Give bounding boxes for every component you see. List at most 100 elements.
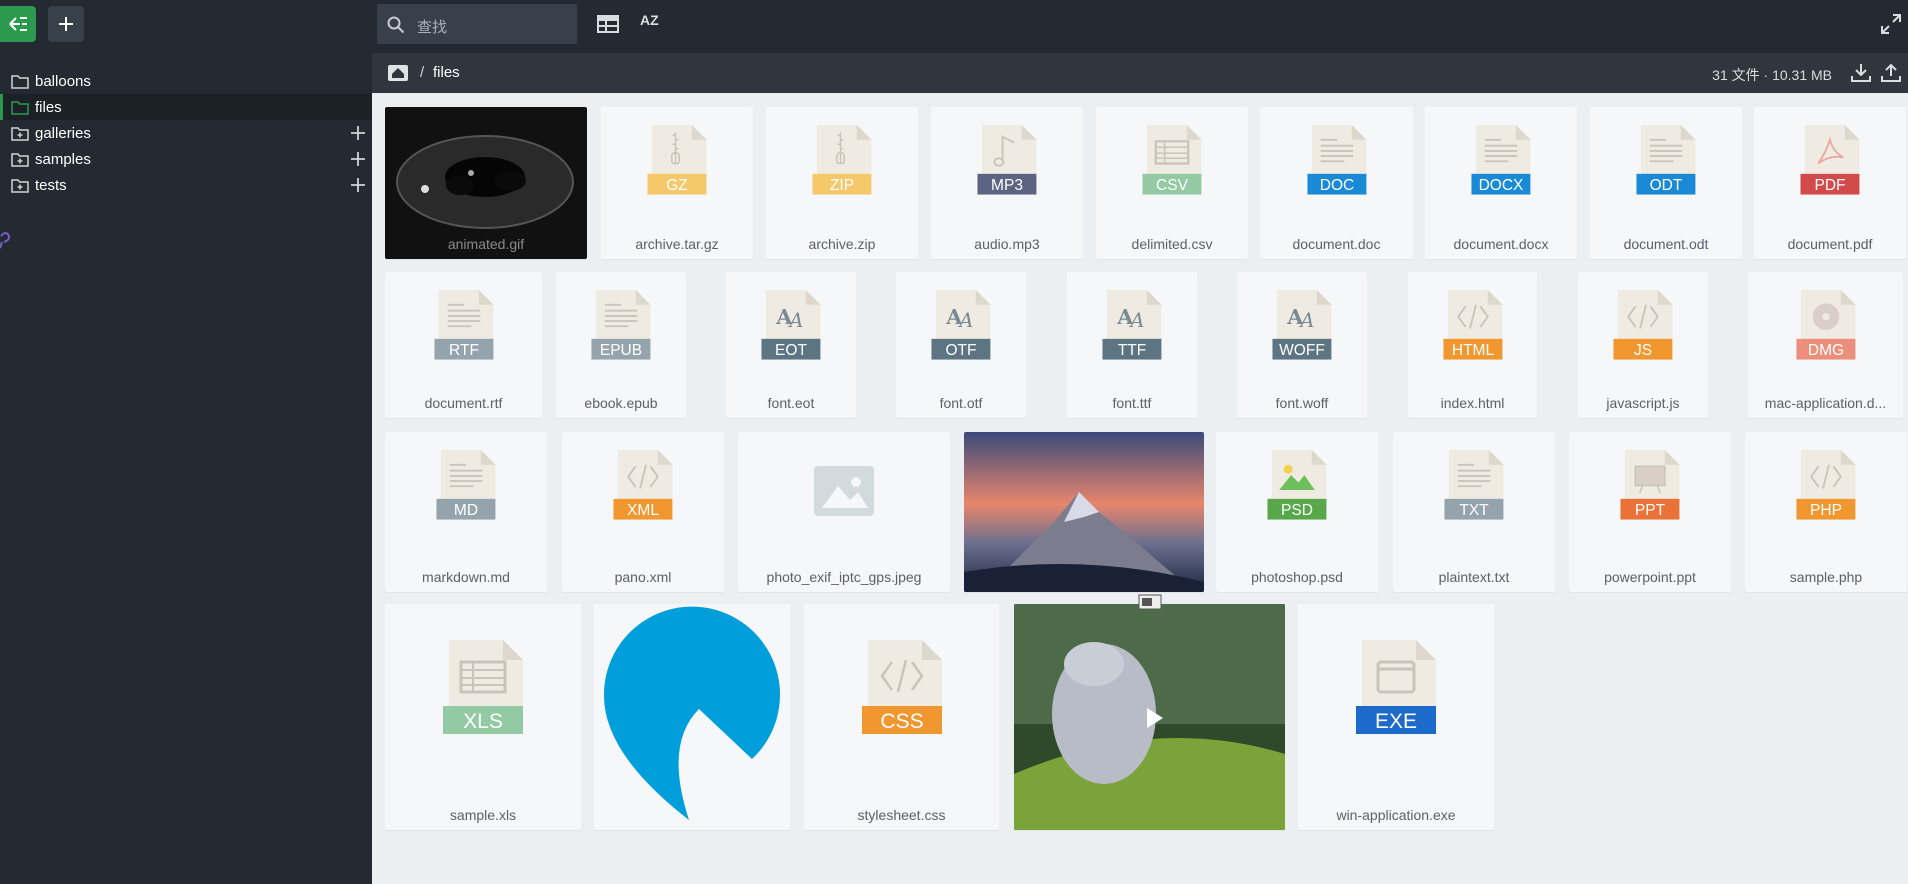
file-font-icon: AAEOT: [761, 290, 821, 360]
svg-text:A: A: [1299, 309, 1315, 332]
file-tile[interactable]: XML pano.xml: [562, 432, 724, 592]
file-type-badge: XLS: [463, 710, 503, 733]
file-name: font.ttf: [1112, 395, 1152, 411]
sidebar: balloons files galleries samples tests: [0, 0, 372, 884]
file-name: plaintext.txt: [1438, 569, 1510, 585]
file-name: powerpoint.ppt: [1604, 569, 1696, 585]
file-zip-icon: ZIP: [812, 125, 872, 195]
file-tile[interactable]: EPUB ebook.epub: [556, 272, 686, 418]
file-code-icon: PHP: [1796, 450, 1856, 520]
svg-text:A: A: [1129, 309, 1145, 332]
expand-plus-icon[interactable]: [348, 123, 368, 143]
file-name: sample.xls: [449, 807, 517, 823]
file-text-lines-icon: ODT: [1636, 125, 1696, 195]
file-tile[interactable]: XLS sample.xls: [385, 604, 581, 830]
expand-plus-icon[interactable]: [348, 149, 368, 169]
file-tile[interactable]: A A OTF font.otf: [896, 272, 1026, 418]
add-button[interactable]: [48, 6, 84, 42]
toggle-menu-button[interactable]: [0, 6, 36, 42]
layout-icon[interactable]: [597, 14, 619, 34]
file-type-badge: CSS: [880, 710, 923, 733]
file-name: photoshop.psd: [1251, 569, 1343, 585]
file-tile[interactable]: DOCX document.docx: [1425, 107, 1577, 259]
home-icon[interactable]: [388, 64, 408, 82]
file-name: document.docx: [1453, 236, 1549, 252]
download-icon[interactable]: [1850, 62, 1872, 84]
file-type-badge: DMG: [1807, 342, 1843, 359]
file-name: document.rtf: [424, 395, 503, 411]
file-type-badge: MP3: [991, 177, 1023, 194]
file-tile[interactable]: A A EOT font.eot: [726, 272, 856, 418]
sort-button[interactable]: AZ: [640, 12, 659, 28]
video-badge-icon: [1138, 594, 1161, 610]
file-code-icon: XML: [613, 450, 673, 520]
file-text-lines-icon: DOCX: [1471, 125, 1531, 195]
upload-icon[interactable]: [1880, 62, 1902, 84]
file-tile[interactable]: PSD photoshop.psd: [1216, 432, 1378, 592]
file-tile[interactable]: GZ archive.tar.gz: [601, 107, 753, 259]
file-name: animated.gif: [447, 236, 525, 252]
folder-stats: 31 文件 · 10.31 MB: [1712, 67, 1832, 83]
breadcrumb-current[interactable]: files: [433, 64, 460, 81]
file-zip-icon: GZ: [647, 125, 707, 195]
file-tile[interactable]: PDF document.pdf: [1754, 107, 1906, 259]
file-tile[interactable]: EXE win-application.exe: [1298, 604, 1494, 830]
file-tile[interactable]: [1014, 604, 1285, 830]
file-tile[interactable]: DOC document.doc: [1260, 107, 1413, 259]
image-placeholder-icon: [814, 466, 874, 516]
sidebar-item-label: samples: [35, 150, 91, 168]
file-name: win-application.exe: [1336, 807, 1456, 823]
file-type-badge: XML: [627, 502, 659, 519]
file-name: document.pdf: [1787, 236, 1873, 252]
sidebar-item-tests[interactable]: tests: [0, 172, 372, 198]
sidebar-item-label: balloons: [35, 72, 91, 90]
file-tile[interactable]: DMG mac-application.d...: [1748, 272, 1903, 418]
file-tile[interactable]: JS javascript.js: [1578, 272, 1708, 418]
expand-plus-icon[interactable]: [348, 175, 368, 195]
file-tile[interactable]: A A TTF font.ttf: [1067, 272, 1197, 418]
file-tile[interactable]: TXT plaintext.txt: [1393, 432, 1555, 592]
main-panel: 查找 AZ / files 31 文件 · 10.31 MB animated.…: [372, 0, 1908, 884]
folder-plus-icon: [11, 179, 29, 193]
file-tile[interactable]: CSV delimited.csv: [1096, 107, 1248, 259]
file-tile[interactable]: [964, 432, 1204, 592]
file-tile[interactable]: MD markdown.md: [385, 432, 547, 592]
search-input[interactable]: 查找: [417, 16, 447, 37]
file-tile[interactable]: [594, 604, 790, 830]
file-name: photo_exif_iptc_gps.jpeg: [766, 569, 922, 585]
file-tile[interactable]: A A WOFF font.woff: [1237, 272, 1367, 418]
logo-image: [603, 606, 780, 820]
toolbar: 查找 AZ: [372, 0, 1908, 53]
file-tile[interactable]: CSS stylesheet.css: [804, 604, 999, 830]
file-tile[interactable]: animated.gif: [385, 107, 587, 259]
file-name: mac-application.d...: [1764, 395, 1887, 411]
file-type-badge: PSD: [1281, 502, 1313, 519]
sidebar-item-samples[interactable]: samples: [0, 146, 372, 172]
file-tile[interactable]: PHP sample.php: [1745, 432, 1907, 592]
breadcrumb-separator: /: [420, 64, 425, 81]
sidebar-item-balloons[interactable]: balloons: [0, 68, 372, 94]
sidebar-topbar: [0, 0, 372, 53]
file-font-icon: AAWOFF: [1272, 290, 1332, 360]
file-type-badge: EXE: [1375, 710, 1417, 733]
search-box[interactable]: 查找: [377, 4, 577, 44]
file-tile[interactable]: photo_exif_iptc_gps.jpeg: [738, 432, 950, 592]
search-icon: [387, 16, 405, 34]
folder-icon: [11, 75, 29, 89]
file-tile[interactable]: HTML index.html: [1408, 272, 1537, 418]
file-name: archive.tar.gz: [635, 236, 719, 252]
sidebar-item-files[interactable]: files: [0, 94, 372, 120]
file-name: font.eot: [767, 395, 815, 411]
file-tile[interactable]: ODT document.odt: [1590, 107, 1742, 259]
fullscreen-icon[interactable]: [1880, 13, 1902, 35]
file-code-icon: JS: [1613, 290, 1673, 360]
file-tile[interactable]: RTF document.rtf: [385, 272, 542, 418]
file-text-lines-icon: MD: [436, 450, 496, 520]
file-tile[interactable]: ZIP archive.zip: [766, 107, 918, 259]
file-type-badge: PHP: [1810, 502, 1842, 519]
sidebar-item-galleries[interactable]: galleries: [0, 120, 372, 146]
file-tile[interactable]: PPT powerpoint.ppt: [1569, 432, 1731, 592]
file-type-badge: ZIP: [830, 177, 854, 194]
file-tile[interactable]: MP3 audio.mp3: [931, 107, 1083, 259]
file-music-icon: MP3: [977, 125, 1037, 195]
